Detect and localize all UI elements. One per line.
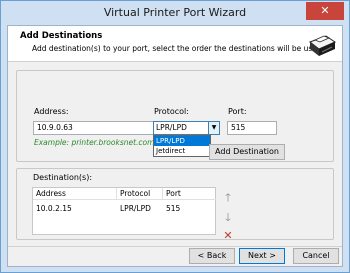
printer-icon bbox=[308, 35, 337, 56]
next-button[interactable]: Next > bbox=[239, 248, 285, 264]
address-label: Address: bbox=[34, 107, 69, 116]
wizard-window: Virtual Printer Port Wizard ✕ Add Destin… bbox=[0, 0, 350, 273]
port-input[interactable]: 515 bbox=[227, 121, 277, 135]
destinations-label: Destination(s): bbox=[33, 173, 93, 182]
window-title: Virtual Printer Port Wizard bbox=[103, 6, 247, 19]
header-subtitle: Add destination(s) to your port, select … bbox=[32, 44, 325, 53]
column-header-protocol[interactable]: Protocol bbox=[117, 188, 163, 200]
destination-entry-group: Address: 10.9.0.63 Example: printer.broo… bbox=[16, 70, 334, 162]
row-port: 515 bbox=[166, 204, 181, 213]
footer-divider bbox=[8, 246, 342, 247]
port-label: Port: bbox=[228, 107, 247, 116]
protocol-option-lpr[interactable]: LPR/LPD bbox=[154, 136, 210, 146]
back-button[interactable]: < Back bbox=[189, 248, 235, 264]
wizard-body: Add Destinations Add destination(s) to y… bbox=[7, 25, 343, 267]
header-title: Add Destinations bbox=[20, 31, 103, 41]
protocol-label: Protocol: bbox=[154, 107, 189, 116]
protocol-selected-value: LPR/LPD bbox=[156, 123, 187, 132]
address-example: Example: printer.brooksnet.com bbox=[34, 138, 155, 147]
chevron-down-icon[interactable]: ▼ bbox=[208, 122, 219, 134]
close-button[interactable]: ✕ bbox=[306, 2, 344, 20]
protocol-option-jetdirect[interactable]: Jetdirect bbox=[154, 146, 210, 156]
protocol-select[interactable]: LPR/LPD ▼ bbox=[153, 121, 220, 135]
add-destination-button[interactable]: Add Destination bbox=[209, 144, 285, 160]
title-bar: Virtual Printer Port Wizard ✕ bbox=[1, 1, 349, 25]
cancel-button[interactable]: Cancel bbox=[293, 248, 339, 264]
row-address: 10.0.2.15 bbox=[36, 204, 72, 213]
delete-icon[interactable]: ✕ bbox=[222, 229, 234, 242]
up-arrow-icon[interactable]: 🡑 bbox=[222, 189, 234, 208]
destinations-group: Destination(s): Address Protocol Port 10… bbox=[16, 168, 334, 242]
destinations-list[interactable]: Address Protocol Port 10.0.2.15 LPR/LPD … bbox=[32, 187, 216, 235]
column-header-address[interactable]: Address bbox=[33, 188, 117, 200]
down-arrow-icon[interactable]: 🡓 bbox=[222, 209, 234, 228]
protocol-dropdown: LPR/LPD Jetdirect bbox=[153, 135, 211, 157]
column-header-port[interactable]: Port bbox=[163, 188, 216, 200]
address-input[interactable]: 10.9.0.63 bbox=[33, 121, 163, 135]
wizard-header: Add Destinations Add destination(s) to y… bbox=[8, 26, 342, 62]
row-protocol: LPR/LPD bbox=[120, 204, 151, 213]
